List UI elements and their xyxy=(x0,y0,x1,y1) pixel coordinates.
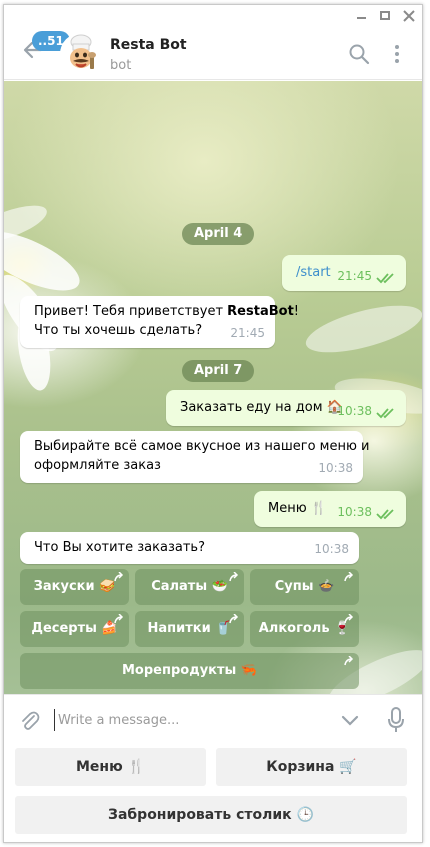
inline-button-label: Напитки xyxy=(147,621,211,636)
greeting-text: Привет! Тебя приветствует xyxy=(34,304,228,319)
fork-knife-icon: 🍴 xyxy=(310,501,327,516)
maximize-icon xyxy=(380,11,390,20)
toggle-keyboard-button[interactable] xyxy=(340,711,360,731)
chat-history[interactable]: April 4 /start 21:45 Привет! Тебя привет… xyxy=(4,81,422,694)
minimize-button[interactable] xyxy=(352,8,370,24)
wallpaper-petal xyxy=(301,296,422,362)
message-incoming[interactable]: Выбирайте всё самое вкусное из нашего ме… xyxy=(20,431,370,483)
sandwich-icon: 🥪 xyxy=(99,579,116,594)
voice-record-button[interactable] xyxy=(387,707,405,733)
message-text-line2: оформляйте заказ xyxy=(34,458,161,473)
close-button[interactable] xyxy=(400,8,418,24)
message-outgoing[interactable]: /start 21:45 xyxy=(282,255,406,291)
message-input[interactable] xyxy=(54,709,334,731)
search-button[interactable] xyxy=(348,43,370,65)
soup-icon: 🍲 xyxy=(318,579,335,594)
attach-button[interactable] xyxy=(18,709,42,733)
minimize-icon xyxy=(356,17,366,19)
message-time: 21:45 xyxy=(337,269,372,283)
microphone-icon xyxy=(388,707,404,732)
inline-button-napitki[interactable]: Напитки 🥤 xyxy=(135,611,244,647)
read-checks-icon xyxy=(376,273,394,284)
reply-button-cart[interactable]: Корзина 🛒 xyxy=(216,748,407,786)
read-checks-icon xyxy=(376,509,394,520)
bot-command-link[interactable]: /start xyxy=(296,263,331,282)
reply-button-label: Забронировать столик xyxy=(108,807,292,823)
telegram-window: ..51 Resta Bot bot April 4 /start 21:45 … xyxy=(3,4,423,843)
more-options-button[interactable] xyxy=(392,43,402,65)
reply-button-label: Меню xyxy=(75,759,123,775)
share-arrow-icon xyxy=(344,614,354,624)
greeting-punct: ! xyxy=(293,304,299,319)
message-incoming[interactable]: Привет! Тебя приветствует RestaBot! Что … xyxy=(20,296,299,348)
date-separator: April 7 xyxy=(182,360,255,382)
message-composer xyxy=(4,694,422,744)
clock-icon: 🕒 xyxy=(296,807,314,823)
inline-button-label: Алкоголь xyxy=(258,621,330,636)
inline-button-label: Салаты xyxy=(151,579,208,594)
shrimp-icon: 🦐 xyxy=(240,663,257,678)
bot-name-bold: RestaBot xyxy=(227,304,294,319)
message-text-line2: Что ты хочешь сделать? xyxy=(34,323,203,338)
bot-avatar[interactable] xyxy=(60,33,102,75)
inline-button-label: Закуски xyxy=(33,579,95,594)
message-text: Заказать еду на дом 🏠 xyxy=(180,398,343,417)
message-text: Меню 🍴 xyxy=(268,499,327,518)
share-arrow-icon xyxy=(344,656,354,666)
message-time: 21:45 xyxy=(230,326,265,340)
reply-button-menu[interactable]: Меню 🍴 xyxy=(15,748,206,786)
inline-button-supy[interactable]: Супы 🍲 xyxy=(250,569,359,605)
chat-status: bot xyxy=(110,58,132,73)
message-outgoing[interactable]: Заказать еду на дом 🏠 10:38 xyxy=(166,390,406,426)
share-arrow-icon xyxy=(114,614,124,624)
date-separator: April 4 xyxy=(182,223,255,245)
chevron-down-icon xyxy=(341,715,359,726)
read-checks-icon xyxy=(376,408,394,419)
maximize-button[interactable] xyxy=(376,8,394,24)
inline-button-label: Морепродукты xyxy=(121,663,237,678)
message-text: Что Вы хотите заказать? xyxy=(34,540,205,555)
inline-button-deserty[interactable]: Десерты 🍰 xyxy=(20,611,129,647)
message-time: 10:38 xyxy=(337,404,372,418)
search-icon xyxy=(349,44,370,65)
paperclip-icon xyxy=(22,711,40,730)
inline-button-moreprodukty[interactable]: Морепродукты 🦐 xyxy=(20,653,359,689)
inline-button-salaty[interactable]: Салаты 🥗 xyxy=(135,569,244,605)
title-bar xyxy=(4,5,422,27)
message-time: 10:38 xyxy=(318,461,353,475)
more-vertical-icon xyxy=(395,45,399,63)
fork-knife-icon: 🍴 xyxy=(127,759,146,775)
share-arrow-icon xyxy=(229,572,239,582)
message-outgoing[interactable]: Меню 🍴 10:38 xyxy=(254,491,406,527)
reply-button-label: Корзина xyxy=(266,759,335,775)
share-arrow-icon xyxy=(344,572,354,582)
message-time: 10:38 xyxy=(337,505,372,519)
reply-button-book-table[interactable]: Забронировать столик 🕒 xyxy=(15,796,407,834)
chat-title[interactable]: Resta Bot xyxy=(110,37,187,53)
inline-button-zakuski[interactable]: Закуски 🥪 xyxy=(20,569,129,605)
message-incoming[interactable]: Что Вы хотите заказать? 10:38 xyxy=(20,532,359,564)
inline-button-alkogol[interactable]: Алкоголь 🍷 xyxy=(250,611,359,647)
menu-text: Меню xyxy=(268,501,307,516)
share-arrow-icon xyxy=(114,572,124,582)
order-text: Заказать еду на дом xyxy=(180,400,323,415)
shopping-cart-icon: 🛒 xyxy=(339,759,357,775)
message-text: Привет! Тебя приветствует RestaBot! xyxy=(34,302,299,321)
close-icon xyxy=(403,10,415,22)
chef-avatar-icon xyxy=(60,33,102,75)
inline-button-label: Десерты xyxy=(31,621,97,636)
inline-button-label: Супы xyxy=(274,579,314,594)
salad-icon: 🥗 xyxy=(211,579,228,594)
share-arrow-icon xyxy=(229,614,239,624)
message-time: 10:38 xyxy=(314,542,349,556)
message-text: Выбирайте всё самое вкусное из нашего ме… xyxy=(34,439,370,454)
chat-header: ..51 Resta Bot bot xyxy=(4,27,422,80)
reply-keyboard: Меню 🍴 Корзина 🛒 Забронировать столик 🕒 xyxy=(4,744,422,842)
